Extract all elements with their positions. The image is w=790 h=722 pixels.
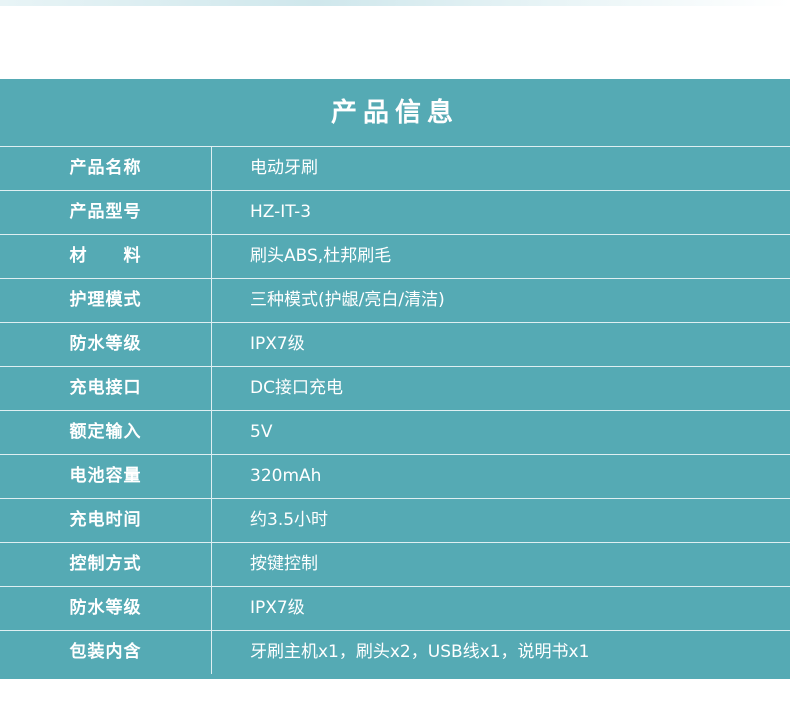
spec-label: 护理模式 — [0, 279, 212, 322]
spec-row-battery: 电池容量 320mAh — [0, 455, 790, 499]
product-info-panel: 产品信息 产品名称 电动牙刷 产品型号 HZ-IT-3 材 料 刷头ABS,杜邦… — [0, 79, 790, 679]
spec-row-package: 包装内含 牙刷主机x1，刷头x2，USB线x1，说明书x1 — [0, 631, 790, 675]
spec-label: 材 料 — [0, 235, 212, 278]
spec-label: 包装内含 — [0, 631, 212, 674]
spec-row-charging-port: 充电接口 DC接口充电 — [0, 367, 790, 411]
spec-value: IPX7级 — [250, 598, 305, 618]
top-decorative-strip — [0, 0, 790, 6]
spec-value: 电动牙刷 — [250, 158, 318, 178]
spec-value: 约3.5小时 — [250, 510, 329, 530]
spec-row-product-name: 产品名称 电动牙刷 — [0, 147, 790, 191]
spec-label: 防水等级 — [0, 323, 212, 366]
spec-label: 防水等级 — [0, 587, 212, 630]
spec-table: 产品名称 电动牙刷 产品型号 HZ-IT-3 材 料 刷头ABS,杜邦刷毛 护理… — [0, 147, 790, 675]
spec-value: HZ-IT-3 — [250, 202, 312, 222]
spec-row-rated-input: 额定输入 5V — [0, 411, 790, 455]
spec-label: 电池容量 — [0, 455, 212, 498]
spec-label: 充电时间 — [0, 499, 212, 542]
spec-label: 充电接口 — [0, 367, 212, 410]
spec-value: 5V — [250, 422, 273, 442]
spec-value: 320mAh — [250, 466, 322, 486]
spec-value: 牙刷主机x1，刷头x2，USB线x1，说明书x1 — [250, 642, 590, 662]
spec-value: 按键控制 — [250, 554, 318, 574]
spec-value: 刷头ABS,杜邦刷毛 — [250, 246, 392, 266]
spec-row-material: 材 料 刷头ABS,杜邦刷毛 — [0, 235, 790, 279]
spec-label: 额定输入 — [0, 411, 212, 454]
spec-label: 产品型号 — [0, 191, 212, 234]
spec-label: 控制方式 — [0, 543, 212, 586]
spec-row-care-mode: 护理模式 三种模式(护龈/亮白/清洁) — [0, 279, 790, 323]
page-title: 产品信息 — [0, 79, 790, 147]
spec-row-control: 控制方式 按键控制 — [0, 543, 790, 587]
spec-row-waterproof: 防水等级 IPX7级 — [0, 323, 790, 367]
spec-value: IPX7级 — [250, 334, 305, 354]
spec-row-charge-time: 充电时间 约3.5小时 — [0, 499, 790, 543]
spec-value: DC接口充电 — [250, 378, 343, 398]
spec-row-waterproof-2: 防水等级 IPX7级 — [0, 587, 790, 631]
spec-value: 三种模式(护龈/亮白/清洁) — [250, 290, 445, 310]
spec-label: 产品名称 — [0, 147, 212, 190]
spec-row-model: 产品型号 HZ-IT-3 — [0, 191, 790, 235]
